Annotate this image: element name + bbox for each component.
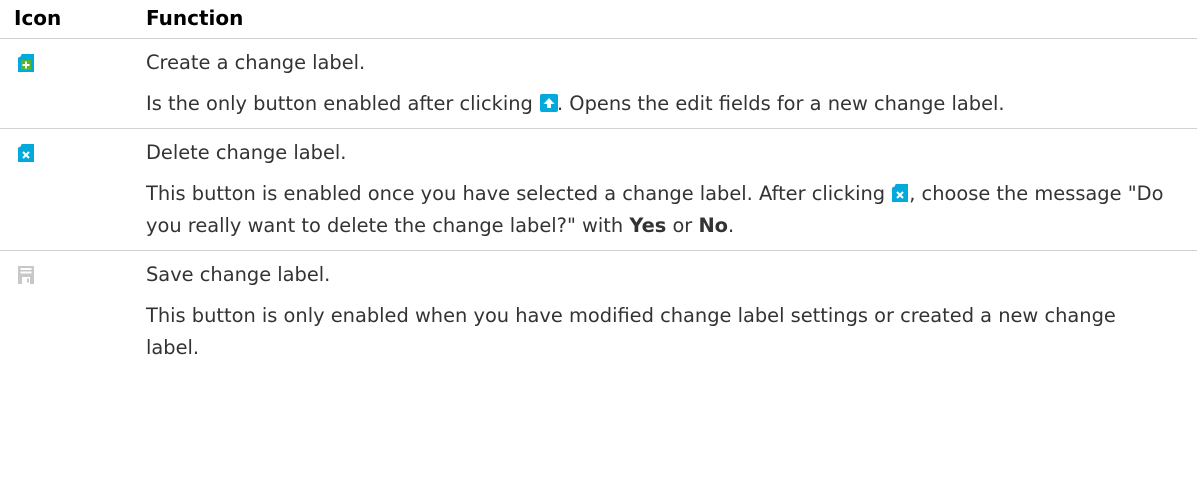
table-row: Save change label. This button is only e… [0,251,1197,379]
function-cell: Delete change label. This button is enab… [146,129,1197,251]
description-text: . [728,214,735,237]
function-title: Delete change label. [146,141,347,164]
description-text: . Opens the edit fields for a new change… [556,92,1005,115]
description-text: This button is enabled once you have sel… [146,182,892,205]
description-text: Is the only button enabled after clickin… [146,92,539,115]
delete-change-label-icon [892,180,909,202]
function-description: Is the only button enabled after clickin… [146,88,1167,120]
table-row: Delete change label. This button is enab… [0,129,1197,251]
function-title: Save change label. [146,263,331,286]
function-title: Create a change label. [146,51,366,74]
no-label: No [698,214,729,237]
table-header-row: Icon Function [0,0,1197,39]
save-icon [18,266,34,284]
description-text: or [666,214,699,237]
yes-label: Yes [629,214,667,237]
function-column-header: Function [146,0,1197,39]
upload-icon [539,90,558,112]
function-cell: Create a change label. Is the only butto… [146,39,1197,129]
delete-change-label-icon [18,144,34,162]
icon-cell [0,39,146,129]
function-description: This button is only enabled when you hav… [146,304,1116,359]
icon-cell [0,129,146,251]
icon-function-table: Icon Function Create a change label. Is … [0,0,1197,378]
new-change-label-icon [18,54,34,72]
icon-column-header: Icon [0,0,146,39]
icon-cell [0,251,146,379]
function-cell: Save change label. This button is only e… [146,251,1197,379]
table-row: Create a change label. Is the only butto… [0,39,1197,129]
function-description: This button is enabled once you have sel… [146,178,1167,242]
